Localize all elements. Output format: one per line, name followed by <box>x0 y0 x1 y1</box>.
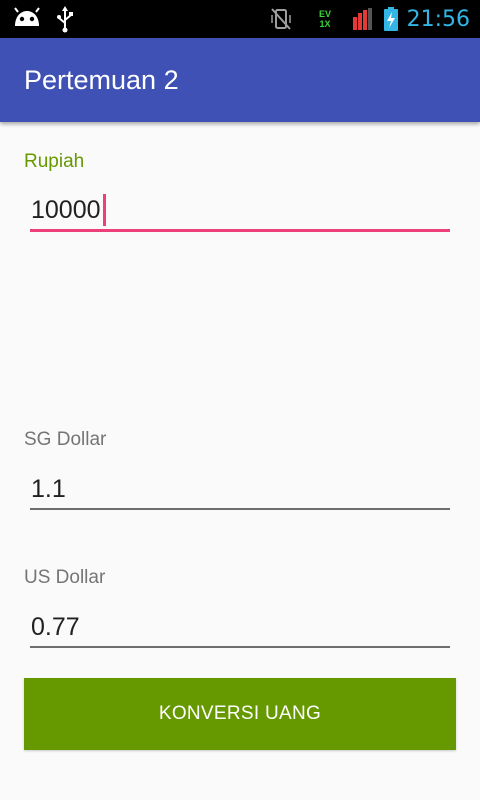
convert-button[interactable]: KONVERSI UANG <box>24 678 456 750</box>
sg-dollar-input[interactable] <box>30 469 450 509</box>
clock-time: 21:56 <box>406 7 470 32</box>
rupiah-input[interactable] <box>30 190 450 230</box>
vibrate-off-icon <box>268 0 294 38</box>
battery-charging-icon <box>380 0 402 38</box>
signal-ev-icon: EV 1X <box>310 0 340 38</box>
us-dollar-underline <box>30 646 450 648</box>
rupiah-label: Rupiah <box>24 151 85 172</box>
us-dollar-input[interactable] <box>30 607 450 647</box>
sg-dollar-underline <box>30 508 450 510</box>
us-dollar-label: US Dollar <box>24 567 106 588</box>
ix-label: 1X <box>319 19 331 29</box>
signal-bars-icon <box>350 0 374 38</box>
sg-dollar-label: SG Dollar <box>24 429 107 450</box>
app-title: Pertemuan 2 <box>24 65 179 95</box>
usb-icon <box>54 0 76 38</box>
rupiah-underline <box>30 229 450 232</box>
status-bar: EV 1X 21:56 <box>0 0 480 38</box>
android-icon <box>10 0 44 38</box>
text-cursor <box>103 194 106 226</box>
app-bar: Pertemuan 2 <box>0 38 480 122</box>
ev-label: EV <box>318 9 331 19</box>
